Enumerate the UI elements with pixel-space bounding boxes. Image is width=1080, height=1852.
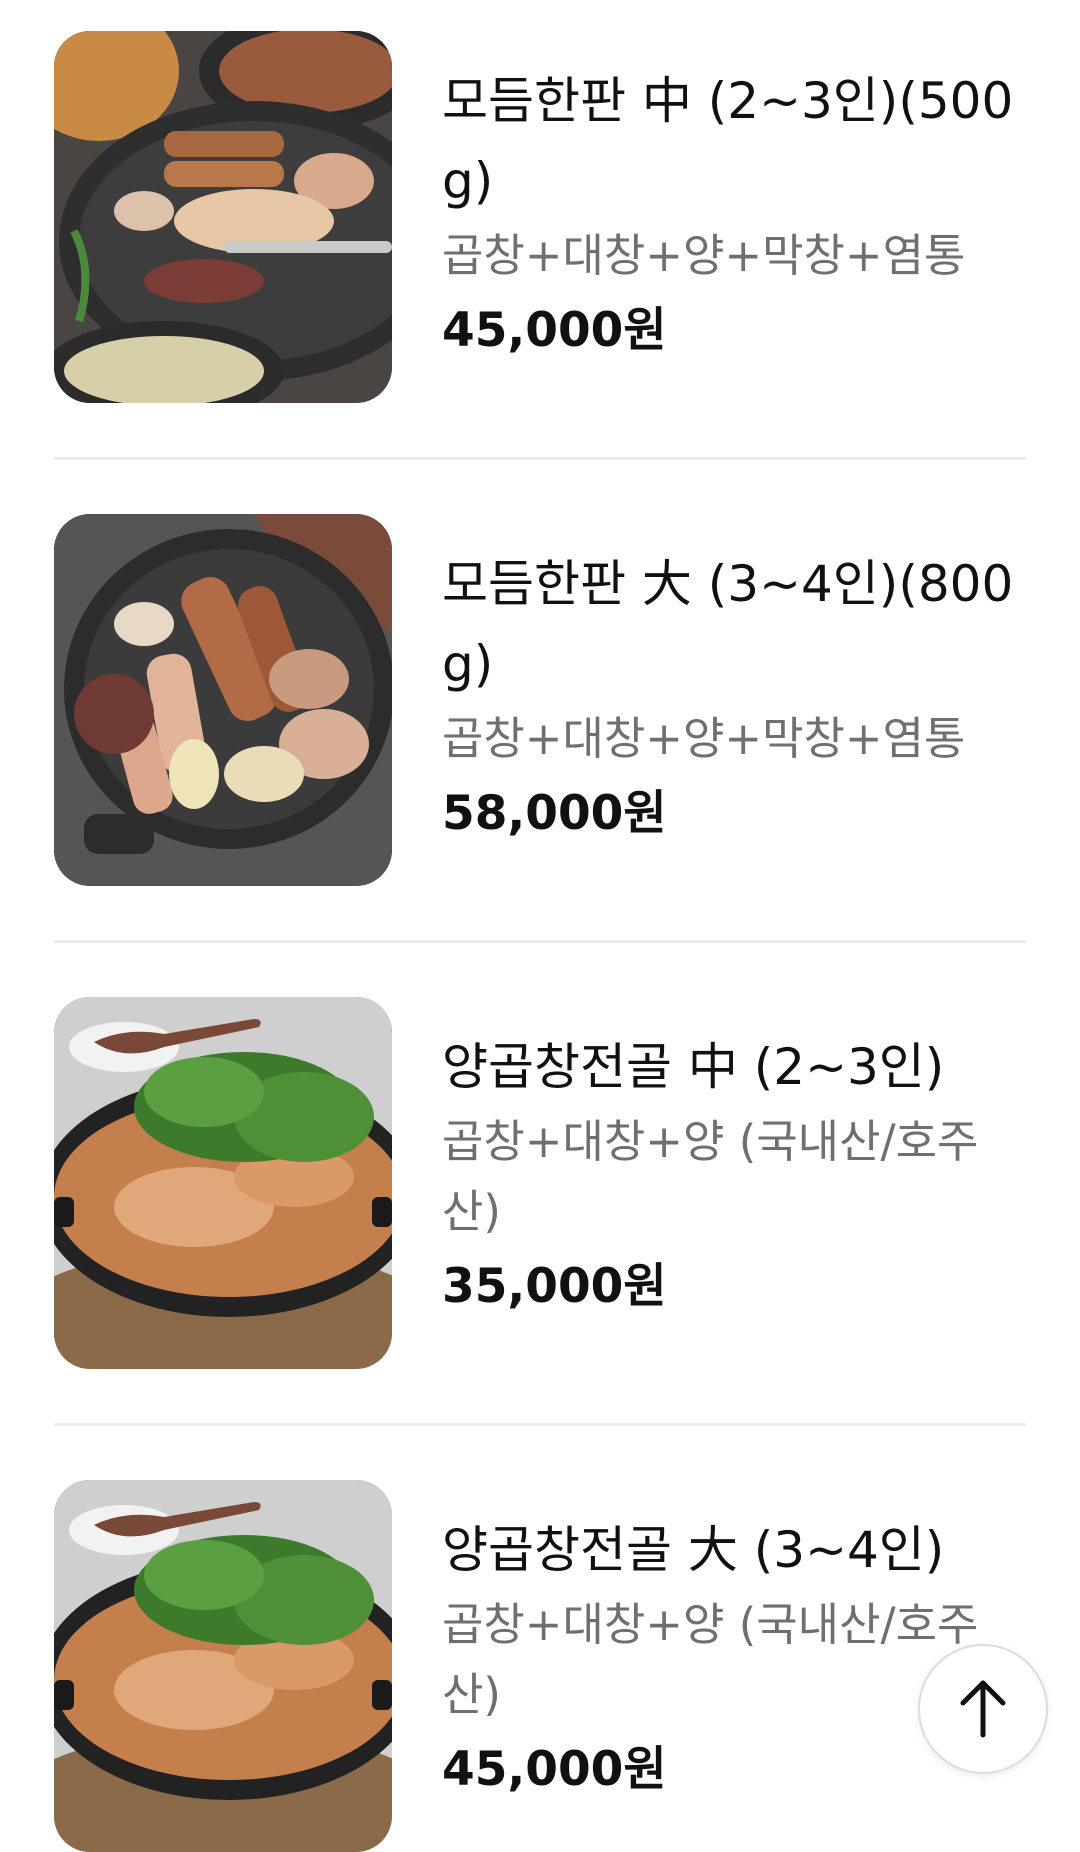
grilled-platter-image bbox=[54, 514, 392, 886]
menu-item-price: 35,000원 bbox=[442, 1259, 667, 1314]
grilled-platter-image bbox=[54, 31, 392, 403]
menu-item-name: 양곱창전골 大 (3~4인) bbox=[442, 1521, 945, 1579]
divider bbox=[54, 457, 1026, 460]
arrow-up-icon bbox=[960, 1680, 1006, 1738]
menu-item[interactable]: 모듬한판 中 (2~3인)(500g) 곱창+대창+양+막창+염통 45,000… bbox=[54, 31, 1026, 403]
menu-item-info: 모듬한판 中 (2~3인)(500g) 곱창+대창+양+막창+염통 45,000… bbox=[442, 61, 1032, 371]
menu-item[interactable]: 양곱창전골 中 (2~3인) 곱창+대창+양 (국내산/호주산) 35,000원 bbox=[54, 997, 1026, 1369]
scroll-to-top-button[interactable] bbox=[918, 1644, 1048, 1774]
menu-item-name: 모듬한판 中 (2~3인)(500g) bbox=[442, 72, 1014, 210]
hotpot-image bbox=[54, 1480, 392, 1852]
menu-item-description: 곱창+대창+양 (국내산/호주산) bbox=[442, 1115, 979, 1238]
menu-item-name: 모듬한판 大 (3~4인)(800g) bbox=[442, 555, 1014, 693]
menu-item-info: 양곱창전골 中 (2~3인) 곱창+대창+양 (국내산/호주산) 35,000원 bbox=[442, 1027, 1032, 1327]
grilled-platter-icon bbox=[54, 514, 392, 886]
hotpot-image bbox=[54, 997, 392, 1369]
menu-item-description: 곱창+대창+양+막창+염통 bbox=[442, 712, 966, 765]
divider bbox=[54, 940, 1026, 943]
hotpot-icon bbox=[54, 997, 392, 1369]
menu-item[interactable]: 모듬한판 大 (3~4인)(800g) 곱창+대창+양+막창+염통 58,000… bbox=[54, 514, 1026, 886]
menu-item-price: 58,000원 bbox=[442, 786, 667, 841]
menu-item-price: 45,000원 bbox=[442, 303, 667, 358]
menu-item-description: 곱창+대창+양+막창+염통 bbox=[442, 229, 966, 282]
hotpot-icon bbox=[54, 1480, 392, 1852]
menu-item[interactable]: 양곱창전골 大 (3~4인) 곱창+대창+양 (국내산/호주산) 45,000원 bbox=[54, 1480, 1026, 1852]
grilled-platter-icon bbox=[54, 31, 392, 403]
menu-item-info: 모듬한판 大 (3~4인)(800g) 곱창+대창+양+막창+염통 58,000… bbox=[442, 544, 1032, 854]
menu-item-name: 양곱창전골 中 (2~3인) bbox=[442, 1038, 945, 1096]
divider bbox=[54, 1423, 1026, 1426]
